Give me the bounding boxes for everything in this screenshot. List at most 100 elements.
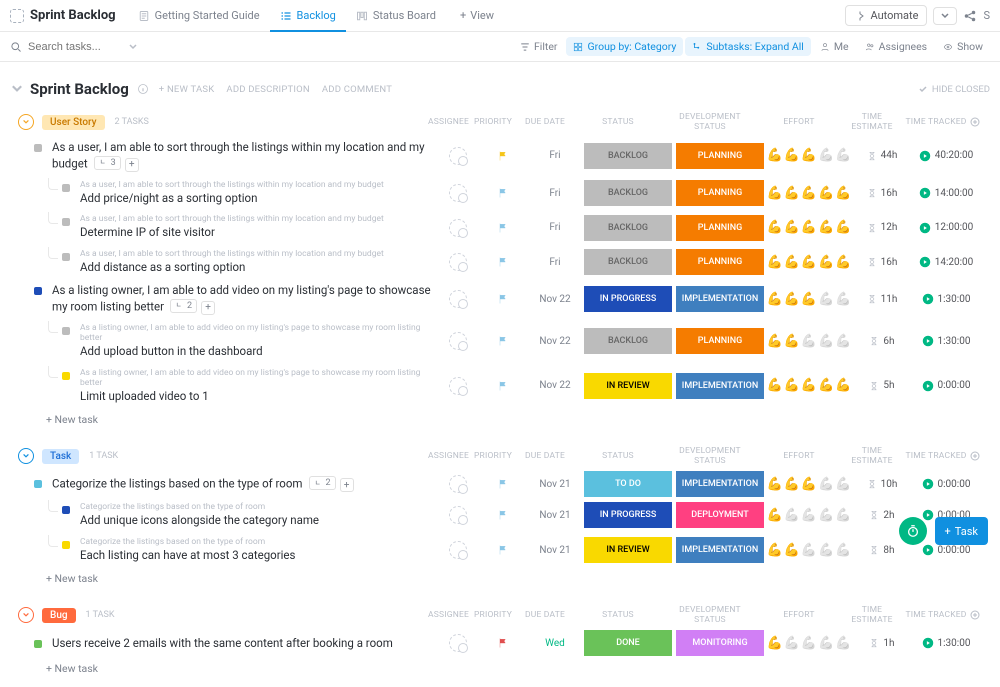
task-row[interactable]: As a user, I am able to sort through the… [0,245,1000,280]
assignee-placeholder[interactable] [449,184,467,202]
dev-status-pill[interactable]: PLANNING [676,180,764,206]
due-date[interactable]: Fri [528,214,582,242]
new-task-button[interactable]: + New task [0,408,1000,438]
due-date[interactable]: Fri [528,248,582,276]
flag-icon[interactable] [497,256,509,268]
dev-status-pill[interactable]: PLANNING [676,215,764,241]
status-pill[interactable]: BACKLOG [584,249,672,275]
assignee-placeholder[interactable] [449,147,467,165]
task-row[interactable]: Categorize the listings based on the typ… [0,470,1000,498]
effort-cell[interactable]: 💪💪💪💪💪 [766,285,852,313]
status-square[interactable] [34,144,42,152]
status-pill[interactable]: BACKLOG [584,143,672,169]
search-input[interactable] [28,41,128,53]
assignee-placeholder[interactable] [449,541,467,559]
status-pill[interactable]: DONE [584,630,672,656]
assignees-button[interactable]: Assignees [858,37,935,56]
effort-cell[interactable]: 💪💪💪💪💪 [766,248,852,276]
time-tracked[interactable]: 40:20:00 [912,142,980,170]
me-button[interactable]: Me [813,37,856,56]
assignee-placeholder[interactable] [449,253,467,271]
automate-chevron[interactable] [933,7,957,25]
status-pill[interactable]: BACKLOG [584,328,672,354]
group-label[interactable]: Bug [42,608,76,623]
chevron-down-icon[interactable] [10,82,24,96]
filter-button[interactable]: Filter [513,37,564,56]
dev-status-pill[interactable]: IMPLEMENTATION [676,537,764,563]
effort-cell[interactable]: 💪💪💪💪💪 [766,470,852,498]
task-row[interactable]: As a user, I am able to sort through the… [0,136,1000,176]
flag-icon[interactable] [497,150,509,162]
due-date[interactable]: Nov 21 [528,501,582,529]
time-tracked[interactable]: 1:30:00 [912,327,980,355]
dev-status-pill[interactable]: MONITORING [676,630,764,656]
time-tracked[interactable]: 0:00:00 [912,470,980,498]
status-pill[interactable]: IN PROGRESS [584,502,672,528]
info-icon[interactable] [137,83,149,95]
effort-cell[interactable]: 💪💪💪💪💪 [766,536,852,564]
due-date[interactable]: Fri [528,179,582,207]
share-icon[interactable] [963,9,977,23]
add-description-button[interactable]: ADD DESCRIPTION [226,84,309,95]
status-pill[interactable]: IN REVIEW [584,373,672,399]
assignee-placeholder[interactable] [449,332,467,350]
dev-status-pill[interactable]: IMPLEMENTATION [676,471,764,497]
status-square[interactable] [62,541,70,549]
group-label[interactable]: User Story [42,115,105,130]
subtasks-button[interactable]: Subtasks: Expand All [685,37,810,56]
group-collapse-button[interactable] [18,114,34,130]
assignee-placeholder[interactable] [449,219,467,237]
dev-status-pill[interactable]: DEPLOYMENT [676,502,764,528]
flag-icon[interactable] [497,478,509,490]
dev-status-pill[interactable]: PLANNING [676,328,764,354]
effort-cell[interactable]: 💪💪💪💪💪 [766,179,852,207]
status-square[interactable] [62,372,70,380]
assignee-placeholder[interactable] [449,634,467,652]
group-collapse-button[interactable] [18,607,34,623]
status-pill[interactable]: BACKLOG [584,180,672,206]
flag-icon[interactable] [497,544,509,556]
time-estimate[interactable]: 1h [852,629,912,657]
status-square[interactable] [34,480,42,488]
status-pill[interactable]: TO DO [584,471,672,497]
task-name[interactable]: Determine IP of site visitor [80,225,438,241]
tab-backlog[interactable]: Backlog [270,0,346,32]
new-task-button[interactable]: + New task [0,567,1000,597]
chevron-down-icon[interactable] [128,42,138,52]
search-icon[interactable] [10,41,22,53]
task-name[interactable]: Limit uploaded video to 1 [80,389,438,405]
effort-cell[interactable]: 💪💪💪💪💪 [766,629,852,657]
add-view-button[interactable]: + View [452,9,502,22]
task-name[interactable]: Users receive 2 emails with the same con… [52,636,438,652]
dev-status-pill[interactable]: PLANNING [676,143,764,169]
task-row[interactable]: As a listing owner, I am able to add vid… [0,319,1000,364]
add-comment-button[interactable]: ADD COMMENT [322,84,392,95]
task-row[interactable]: Categorize the listings based on the typ… [0,533,1000,568]
task-name[interactable]: Add price/night as a sorting option [80,191,438,207]
flag-icon[interactable] [497,380,509,392]
status-square[interactable] [62,506,70,514]
due-date[interactable]: Nov 22 [528,327,582,355]
dev-status-pill[interactable]: IMPLEMENTATION [676,286,764,312]
time-estimate[interactable]: 16h [852,248,912,276]
subtask-count[interactable]: 2 [309,476,336,490]
tab-status-board[interactable]: Status Board [346,0,446,32]
new-task-header-button[interactable]: + NEW TASK [159,84,215,95]
flag-icon[interactable] [497,222,509,234]
task-row[interactable]: As a listing owner, I am able to add vid… [0,279,1000,319]
subtask-count[interactable]: 2 [170,299,197,313]
time-estimate[interactable]: 12h [852,214,912,242]
task-name[interactable]: As a user, I am able to sort through the… [52,140,438,172]
task-row[interactable]: As a user, I am able to sort through the… [0,210,1000,245]
group-collapse-button[interactable] [18,448,34,464]
flag-icon[interactable] [497,637,509,649]
due-date[interactable]: Fri [528,142,582,170]
hide-closed-button[interactable]: HIDE CLOSED [918,84,990,95]
time-tracked[interactable]: 1:30:00 [912,285,980,313]
dev-status-pill[interactable]: IMPLEMENTATION [676,373,764,399]
time-estimate[interactable]: 5h [852,372,912,400]
group-by-button[interactable]: Group by: Category [566,37,683,56]
time-tracked[interactable]: 0:00:00 [912,372,980,400]
task-row[interactable]: Users receive 2 emails with the same con… [0,629,1000,657]
add-subtask-button[interactable]: + [340,478,354,492]
